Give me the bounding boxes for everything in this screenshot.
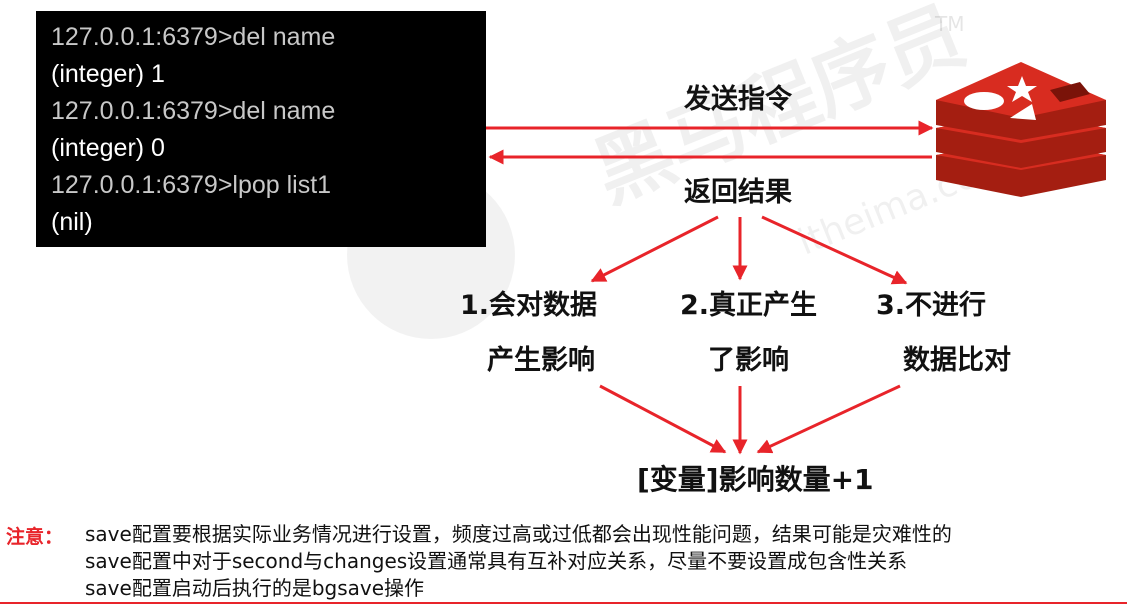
notes-label: 注意： bbox=[6, 526, 64, 548]
branch-arrow-1 bbox=[590, 215, 719, 283]
merge-arrow-3 bbox=[756, 384, 901, 454]
note-line: save配置中对于second与changes设置通常具有互补对应关系，尽量不要… bbox=[85, 549, 908, 573]
branch3-line2: 数据比对 bbox=[903, 345, 1011, 376]
redis-logo-icon bbox=[936, 62, 1106, 197]
branch1-line1: 1.会对数据 bbox=[460, 290, 598, 321]
bottom-divider bbox=[0, 602, 1127, 604]
branch1-line2: 产生影响 bbox=[487, 345, 595, 376]
branch2-line1: 2.真正产生 bbox=[680, 290, 818, 321]
note-line: save配置要根据实际业务情况进行设置，频度过高或过低都会出现性能问题，结果可能… bbox=[85, 522, 952, 546]
note-line: save配置启动后执行的是bgsave操作 bbox=[85, 576, 425, 600]
branch-arrow-3 bbox=[761, 215, 908, 285]
notes-section: 注意： save配置要根据实际业务情况进行设置，频度过高或过低都会出现性能问题，… bbox=[0, 520, 1127, 605]
merge-arrow-1 bbox=[599, 384, 727, 454]
branch3-line1: 3.不进行 bbox=[876, 290, 987, 321]
result-label: [变量]影响数量+1 bbox=[637, 463, 874, 496]
branch2-line2: 了影响 bbox=[708, 345, 789, 376]
send-command-label: 发送指令 bbox=[684, 84, 792, 115]
return-result-label: 返回结果 bbox=[684, 177, 792, 208]
